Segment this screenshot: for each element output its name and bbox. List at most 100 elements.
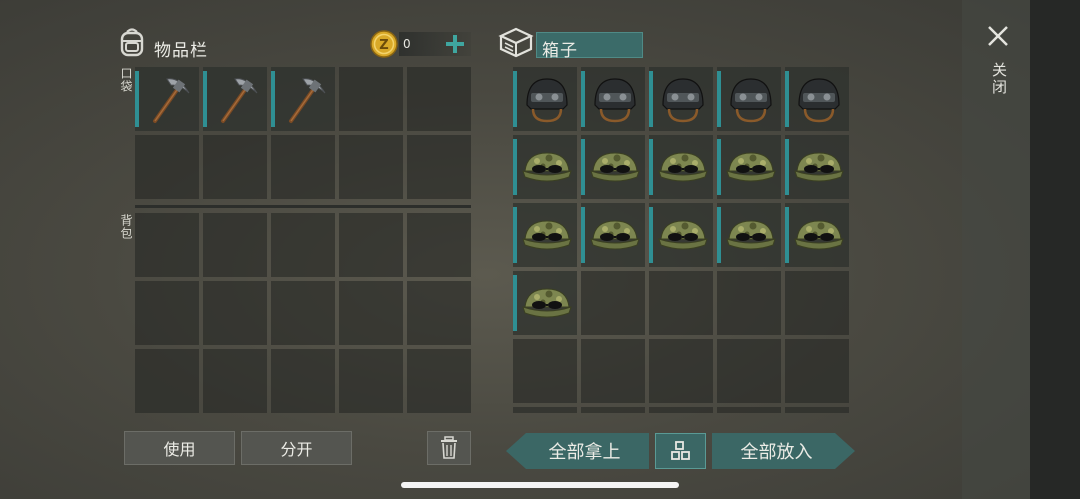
pocket-grid: [135, 67, 471, 199]
backpack-slot[interactable]: [135, 213, 199, 277]
box-slot[interactable]: [513, 339, 577, 403]
split-button[interactable]: 分开: [241, 431, 352, 465]
box-slot[interactable]: [649, 67, 713, 131]
pocket-slot[interactable]: [135, 135, 199, 199]
backpack-icon: [120, 28, 144, 57]
box-slot[interactable]: [785, 271, 849, 335]
backpack-slot[interactable]: [407, 349, 471, 413]
pocket-slot[interactable]: [339, 67, 403, 131]
box-slot[interactable]: [581, 135, 645, 199]
box-slot[interactable]: [649, 407, 713, 413]
put-all-button[interactable]: 全部放入: [712, 433, 855, 469]
delete-button[interactable]: [427, 431, 471, 465]
pocket-slot[interactable]: [203, 67, 267, 131]
helmet-icon: [594, 78, 636, 123]
box-slot[interactable]: [513, 135, 577, 199]
box-slot[interactable]: [717, 339, 781, 403]
backpack-slot[interactable]: [271, 281, 335, 345]
camo-cap-icon: [658, 220, 708, 250]
camo-cap-icon: [726, 152, 776, 182]
backpack-slot[interactable]: [271, 349, 335, 413]
box-slot[interactable]: [717, 135, 781, 199]
sort-button[interactable]: [655, 433, 706, 469]
coin-icon: Z: [370, 30, 398, 58]
pocket-slot[interactable]: [271, 67, 335, 131]
take-all-button[interactable]: 全部拿上: [506, 433, 649, 469]
backpack-slot[interactable]: [203, 213, 267, 277]
backpack-slot[interactable]: [407, 281, 471, 345]
box-title: 箱子: [542, 41, 578, 61]
backpack-slot[interactable]: [203, 349, 267, 413]
box-slot[interactable]: [785, 67, 849, 131]
pocket-slot[interactable]: [407, 135, 471, 199]
box-slot[interactable]: [785, 203, 849, 267]
box-icon: [498, 27, 534, 58]
box-slot[interactable]: [513, 203, 577, 267]
home-indicator[interactable]: [401, 482, 679, 488]
backpack-slot[interactable]: [407, 213, 471, 277]
add-coins-button[interactable]: [444, 33, 466, 55]
close-icon: [988, 26, 1008, 46]
box-slot[interactable]: [785, 135, 849, 199]
close-label: 关闭: [990, 62, 1008, 96]
camo-cap-icon: [590, 152, 640, 182]
backpack-slot[interactable]: [135, 349, 199, 413]
box-slot[interactable]: [581, 339, 645, 403]
pocket-slot[interactable]: [135, 67, 199, 131]
box-slot[interactable]: [649, 203, 713, 267]
box-slot[interactable]: [649, 135, 713, 199]
box-slot[interactable]: [581, 67, 645, 131]
box-slot[interactable]: [649, 271, 713, 335]
camo-cap-icon: [590, 220, 640, 250]
box-slot[interactable]: [717, 271, 781, 335]
backpack-label: 背包: [119, 214, 133, 240]
camo-cap-icon: [794, 152, 844, 182]
coin-count: 0: [403, 37, 411, 51]
box-slot[interactable]: [581, 407, 645, 413]
backpack-slot[interactable]: [339, 213, 403, 277]
camo-cap-icon: [522, 288, 572, 318]
svg-text:Z: Z: [379, 38, 388, 53]
inventory-title: 物品栏: [154, 41, 208, 61]
camo-cap-icon: [726, 220, 776, 250]
box-slot[interactable]: [513, 271, 577, 335]
close-button[interactable]: 关闭: [984, 22, 1012, 100]
pickaxe-icon: [153, 78, 190, 123]
pocket-slot[interactable]: [339, 135, 403, 199]
pickaxe-icon: [289, 78, 326, 123]
helmet-icon: [662, 78, 704, 123]
grid-sort-icon: [670, 441, 690, 460]
backpack-slot[interactable]: [135, 281, 199, 345]
box-slot[interactable]: [785, 407, 849, 413]
backpack-slot[interactable]: [339, 281, 403, 345]
screen-edge: [1030, 0, 1080, 499]
box-slot[interactable]: [513, 67, 577, 131]
backpack-slot[interactable]: [203, 281, 267, 345]
pickaxe-icon: [221, 78, 258, 123]
box-grid: [513, 67, 849, 413]
pocket-slot[interactable]: [203, 135, 267, 199]
box-slot[interactable]: [513, 407, 577, 413]
box-slot[interactable]: [581, 203, 645, 267]
camo-cap-icon: [522, 220, 572, 250]
helmet-icon: [730, 78, 772, 123]
box-slot[interactable]: [717, 203, 781, 267]
box-slot[interactable]: [581, 271, 645, 335]
backpack-slot[interactable]: [339, 349, 403, 413]
trash-icon: [441, 436, 457, 459]
backpack-slot[interactable]: [271, 213, 335, 277]
take-all-label: 全部拿上: [548, 442, 621, 463]
helmet-icon: [526, 78, 568, 123]
pocket-slot[interactable]: [407, 67, 471, 131]
box-slot[interactable]: [717, 67, 781, 131]
box-slot[interactable]: [717, 407, 781, 413]
box-slot[interactable]: [785, 339, 849, 403]
box-slot[interactable]: [649, 339, 713, 403]
pocket-slot[interactable]: [271, 135, 335, 199]
camo-cap-icon: [794, 220, 844, 250]
use-button[interactable]: 使用: [124, 431, 235, 465]
put-all-label: 全部放入: [740, 442, 813, 463]
helmet-icon: [798, 78, 840, 123]
camo-cap-icon: [658, 152, 708, 182]
backpack-grid: [135, 213, 471, 413]
